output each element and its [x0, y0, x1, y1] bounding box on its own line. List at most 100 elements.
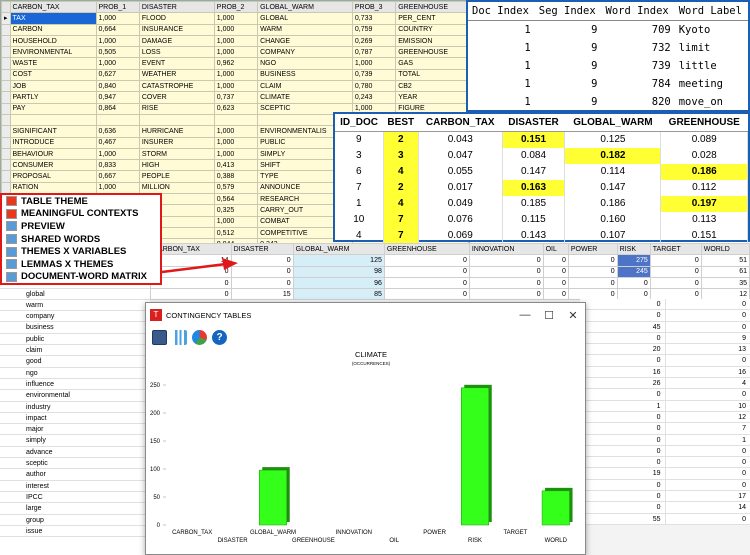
grid-cell[interactable]: LOSS	[138, 46, 215, 59]
col-header[interactable]: GLOBAL_WARM	[257, 1, 353, 14]
row-selector[interactable]	[1, 170, 11, 183]
grid-cell[interactable]: 98	[292, 265, 385, 278]
grid-cell[interactable]: EMISSION	[395, 34, 469, 48]
grid-cell[interactable]: 0	[150, 276, 232, 290]
row-label[interactable]: company	[0, 311, 150, 323]
menu-item[interactable]: SHARED WORDS	[2, 233, 160, 246]
row-label[interactable]: public	[0, 334, 150, 346]
grid-cell[interactable]	[95, 113, 140, 127]
grid-row[interactable]: ▸ TAX 1,000 FLOOD 1,000 GLOBAL 0,733 PER_CENT	[1, 12, 469, 25]
row-label[interactable]: warm	[0, 300, 150, 312]
grid-cell[interactable]: GAS	[395, 57, 469, 70]
grid-cell[interactable]: PAY	[9, 102, 97, 115]
col-header[interactable]: INNOVATION	[468, 243, 544, 256]
row-label[interactable]: environmental	[0, 390, 150, 402]
grid-cell[interactable]: CONSUMER	[9, 159, 97, 172]
grid-cell[interactable]: 85	[292, 288, 385, 301]
grid-cell[interactable]: WARM	[257, 23, 353, 36]
grid-cell[interactable]: 0,512	[213, 226, 259, 240]
grid-cell[interactable]: 0,325	[213, 204, 259, 217]
grid-cell[interactable]: 1,000	[95, 12, 140, 25]
grid-cell[interactable]: PEOPLE	[138, 170, 215, 183]
grid-cell[interactable]: ENVIRONMENTAL	[9, 46, 97, 59]
grid-cell[interactable]: COST	[9, 68, 97, 82]
grid-cell[interactable]: 0,759	[351, 23, 397, 36]
grid-row[interactable]: COST 0,627 WEATHER 1,000 BUSINESS 0,739 TOTAL	[1, 68, 469, 82]
grid-cell[interactable]: 0	[542, 254, 569, 267]
minimize-icon[interactable]: —	[513, 309, 537, 321]
grid-cell[interactable]: 1,000	[213, 34, 259, 48]
col-header[interactable]: DISASTER	[230, 243, 294, 256]
row-selector[interactable]	[1, 113, 11, 127]
grid-cell[interactable]: 0	[383, 265, 470, 278]
grid-cell[interactable]: 0,667	[95, 170, 140, 183]
grid-cell[interactable]: 0,780	[351, 80, 397, 93]
grid-cell[interactable]	[213, 113, 259, 127]
col-header[interactable]: GLOBAL_WARM	[292, 243, 385, 256]
grid-cell[interactable]: 0,505	[95, 46, 140, 59]
row-selector[interactable]	[1, 80, 11, 93]
grid-cell[interactable]: 0,564	[213, 193, 259, 206]
grid-cell[interactable]: 1,000	[213, 215, 259, 228]
row-label[interactable]: large	[0, 503, 150, 515]
grid-cell[interactable]: 0,467	[95, 136, 140, 149]
col-header[interactable]: CARBON_TAX	[150, 243, 232, 256]
grid-cell[interactable]: COUNTRY	[395, 23, 469, 36]
row-selector[interactable]	[1, 136, 11, 149]
grid-cell[interactable]: 1,000	[213, 46, 259, 59]
grid-cell[interactable]: 0,737	[213, 91, 259, 104]
bar-chart-icon[interactable]	[172, 329, 187, 345]
col-header[interactable]: GREENHOUSE	[383, 243, 470, 256]
grid-cell[interactable]: GREENHOUSE	[395, 46, 469, 59]
grid-cell[interactable]: 0	[150, 288, 232, 301]
grid-cell[interactable]: 61	[700, 265, 750, 278]
row-label[interactable]: sceptic	[0, 458, 150, 470]
grid-cell[interactable]: 1,000	[95, 57, 140, 70]
grid-cell[interactable]: CARBON	[9, 23, 97, 36]
pie-chart-icon[interactable]	[192, 329, 207, 345]
row-label[interactable]: major	[0, 424, 150, 436]
col-header[interactable]: PROB_2	[213, 1, 259, 14]
grid-cell[interactable]: 96	[292, 276, 385, 290]
grid-cell[interactable]: HOUSEHOLD	[9, 34, 97, 48]
close-icon[interactable]: ✕	[561, 309, 585, 322]
grid-cell[interactable]: 35	[700, 276, 750, 290]
grid-cell[interactable]: RATION	[9, 181, 97, 195]
row-label[interactable]: author	[0, 469, 150, 481]
row-selector[interactable]	[1, 68, 11, 82]
grid-row[interactable]: HOUSEHOLD 1,000 DAMAGE 1,000 CHANGE 0,269 EMIS…	[1, 34, 469, 48]
grid-cell[interactable]: 0	[542, 288, 569, 301]
grid-cell[interactable]: WASTE	[9, 57, 97, 70]
grid-cell[interactable]: 0,739	[351, 68, 397, 82]
col-header[interactable]: PROB_3	[351, 1, 397, 14]
grid-cell[interactable]: 0,579	[213, 181, 259, 195]
grid-row[interactable]: PARTLY 0,947 COVER 0,737 CLIMATE 0,243 YEAR	[1, 91, 469, 104]
grid-cell[interactable]: 1,000	[213, 12, 259, 25]
col-header[interactable]: POWER	[567, 243, 618, 256]
grid-cell[interactable]: 0,269	[351, 34, 397, 48]
grid-cell[interactable]: 0,840	[95, 80, 140, 93]
grid-cell[interactable]: DAMAGE	[138, 34, 215, 48]
grid-cell[interactable]: 245	[616, 265, 651, 278]
grid-cell[interactable]	[138, 113, 215, 127]
grid-cell[interactable]: 1,000	[95, 34, 140, 48]
grid-cell[interactable]: 51	[700, 254, 750, 267]
grid-cell[interactable]: PROPOSAL	[9, 170, 97, 183]
grid-cell[interactable]: 0	[567, 276, 618, 290]
grid-cell[interactable]: 1,000	[213, 147, 259, 161]
row-label[interactable]: simply	[0, 435, 150, 447]
window-titlebar[interactable]: T CONTINGENCY TABLES — ☐ ✕	[146, 303, 585, 327]
col-header[interactable]: PROB_1	[95, 1, 140, 14]
grid-row[interactable]: 0 0 96 0 0 0 0 0 0 35	[150, 276, 750, 290]
grid-cell[interactable]: 0	[616, 276, 651, 290]
row-selector[interactable]	[1, 125, 11, 138]
help-icon[interactable]: ?	[212, 329, 227, 345]
grid-cell[interactable]: 0	[649, 276, 702, 290]
grid-cell[interactable]: CATASTROPHE	[138, 80, 215, 93]
grid-cell[interactable]: 0,833	[95, 159, 140, 172]
grid-cell[interactable]: 1,000	[213, 125, 259, 138]
menu-item[interactable]: TABLE THEME	[2, 195, 160, 208]
grid-cell[interactable]: GLOBAL	[257, 12, 353, 25]
grid-cell[interactable]: 1,000	[95, 147, 140, 161]
row-selector[interactable]	[1, 91, 11, 104]
